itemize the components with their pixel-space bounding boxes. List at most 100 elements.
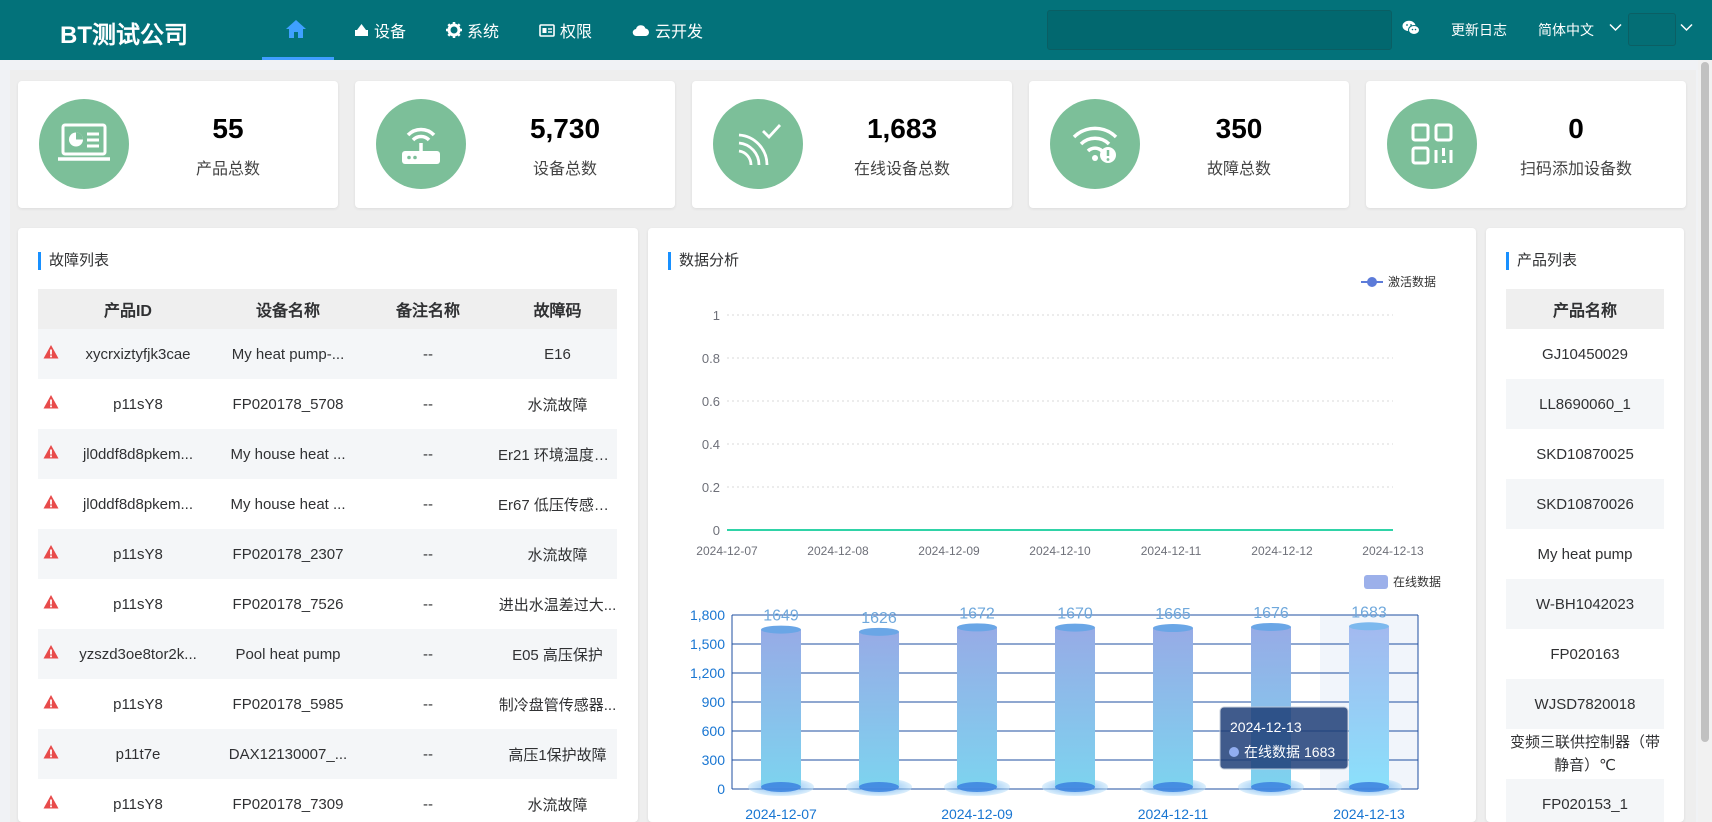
table-cell: p11sY8 <box>38 379 218 429</box>
y-tick-label: 900 <box>702 694 726 710</box>
product-name-cell: 变频三联供控制器（带静音）℃ <box>1509 734 1660 774</box>
product-id-cell: yzszd3oe8tor2k... <box>38 629 218 679</box>
product-name-cell: SKD10870026 <box>1506 479 1664 529</box>
product-list-title: 产品列表 <box>1506 252 1577 270</box>
table-cell: -- <box>358 529 498 579</box>
table-cell: xycrxiztyfjk3cae <box>38 329 218 379</box>
table-row[interactable]: jl0ddf8d8pkem... My house heat ... -- Er21 … <box>38 429 617 479</box>
nav-cloud-dev[interactable]: 云开发 <box>612 0 723 60</box>
legend-label: 在线数据 <box>1393 574 1441 589</box>
table-row[interactable]: W-BH1042023 <box>1506 579 1664 629</box>
bar-top-cap <box>957 623 997 632</box>
table-row[interactable]: p11sY8 FP020178_5985 -- 制冷盘管传感器... <box>38 679 617 729</box>
bar <box>859 631 899 787</box>
stat-label: 扫码添加设备数 <box>1519 161 1632 178</box>
bar-value-label: 1683 <box>1351 604 1387 621</box>
header-search-box[interactable] <box>1047 10 1392 50</box>
product-id-cell: p11sY8 <box>38 679 218 729</box>
table-row[interactable]: p11sY8 FP020178_5708 -- 水流故障 <box>38 379 617 429</box>
warning-icon <box>43 345 59 359</box>
warning-icon <box>43 745 59 759</box>
table-cell: FP020178_5708 <box>232 395 344 413</box>
table-row[interactable]: WJSD7820018 <box>1506 679 1664 729</box>
table-row[interactable]: xycrxiztyfjk3cae My heat pump-... -- E16 <box>38 329 617 379</box>
cell-text: p11sY8 <box>113 545 163 563</box>
table-cell: p11sY8 <box>38 529 218 579</box>
bar-value-label: 1670 <box>1057 606 1093 623</box>
warning-icon <box>43 795 59 809</box>
y-tick-label: 0.2 <box>702 480 720 495</box>
column-header: 备注名称 <box>358 289 498 329</box>
home-icon <box>285 19 306 38</box>
table-row[interactable]: FP020153_1 <box>1506 779 1664 822</box>
id-card-icon <box>539 23 555 37</box>
cloud-icon <box>632 24 650 36</box>
stat-card-online: 1,683 在线设备总数 <box>692 81 1012 208</box>
product-id-cell: jl0ddf8d8pkem... <box>38 429 218 479</box>
table-row[interactable]: jl0ddf8d8pkem... My house heat ... -- Er67 … <box>38 479 617 529</box>
table-row[interactable]: SKD10870026 <box>1506 479 1664 529</box>
nav-home[interactable] <box>262 0 334 60</box>
bar-bottom-cap <box>1349 782 1389 792</box>
table-row[interactable]: FP020163 <box>1506 629 1664 679</box>
table-row[interactable]: p11sY8 FP020178_7309 -- 水流故障 <box>38 779 617 822</box>
bar <box>761 629 801 787</box>
table-cell: E16 <box>498 329 617 379</box>
wechat-icon[interactable] <box>1402 20 1420 36</box>
table-row[interactable]: yzszd3oe8tor2k... Pool heat pump -- E05 高压保… <box>38 629 617 679</box>
bar <box>1055 627 1095 787</box>
table-cell: 进出水温差过大... <box>498 596 617 614</box>
table-cell: -- <box>423 595 433 613</box>
table-row[interactable]: 变频三联供控制器（带静音）℃ <box>1506 729 1664 779</box>
table-row[interactable]: p11sY8 FP020178_2307 -- 水流故障 <box>38 529 617 579</box>
table-cell: My house heat ... <box>218 429 358 479</box>
cell-text: jl0ddf8d8pkem... <box>82 495 194 513</box>
table-cell: jl0ddf8d8pkem... <box>38 479 218 529</box>
warning-icon <box>43 695 59 709</box>
table-cell: FP020178_7309 <box>232 795 344 813</box>
column-header: 故障码 <box>498 289 617 329</box>
nav-permission[interactable]: 权限 <box>519 0 612 60</box>
table-row[interactable]: GJ10450029 <box>1506 329 1664 379</box>
table-cell: p11sY8 <box>38 779 218 822</box>
y-tick-label: 0.6 <box>702 394 720 409</box>
table-cell: FP020178_7526 <box>232 595 344 613</box>
warning-icon <box>43 595 59 609</box>
table-cell: p11sY8 <box>38 579 218 629</box>
bar <box>957 627 997 787</box>
chevron-down-icon[interactable] <box>1680 23 1693 32</box>
stat-label: 设备总数 <box>532 161 597 178</box>
product-id-cell: p11sY8 <box>38 379 218 429</box>
product-table: 产品名称 GJ10450029 LL8690060_1 SKD10870025 SKD… <box>1506 289 1664 822</box>
tooltip-series: 在线数据 <box>1244 744 1300 760</box>
table-row[interactable]: p11t7e DAX12130007_... -- 高压1保护故障 <box>38 729 617 779</box>
nav-device[interactable]: 设备 <box>334 0 426 60</box>
table-row[interactable]: SKD10870025 <box>1506 429 1664 479</box>
language-select[interactable]: 简体中文 <box>1538 20 1594 40</box>
table-cell: p11sY8 <box>38 679 218 729</box>
changelog-link[interactable]: 更新日志 <box>1451 20 1507 40</box>
x-tick-label: 2024-12-07 <box>696 544 758 558</box>
bar-bottom-cap <box>761 782 801 792</box>
stat-label: 在线设备总数 <box>853 161 950 178</box>
bar-value-label: 1649 <box>763 608 799 625</box>
bar-top-cap <box>761 625 801 634</box>
page-scrollbar-thumb[interactable] <box>1701 62 1709 742</box>
legend-line-marker <box>1367 277 1377 287</box>
product-name-cell: SKD10870025 <box>1536 445 1634 463</box>
company-brand[interactable]: BT测试公司 <box>60 15 188 50</box>
product-name-cell: FP020153_1 <box>1506 779 1664 822</box>
nav-system[interactable]: 系统 <box>426 0 519 60</box>
table-row[interactable]: LL8690060_1 <box>1506 379 1664 429</box>
user-avatar[interactable] <box>1628 13 1676 46</box>
table-cell: p11t7e <box>38 729 218 779</box>
stat-card-faults: 350 故障总数 <box>1029 81 1349 208</box>
table-row[interactable]: p11sY8 FP020178_7526 -- 进出水温差过大... <box>38 579 617 629</box>
table-row[interactable]: My heat pump <box>1506 529 1664 579</box>
x-tick-label: 2024-12-07 <box>745 806 817 822</box>
chevron-down-icon[interactable] <box>1609 23 1622 32</box>
x-tick-label: 2024-12-13 <box>1362 544 1424 558</box>
tenant-icon <box>355 24 368 36</box>
table-cell: -- <box>358 429 498 479</box>
bar-bottom-cap <box>1251 782 1291 792</box>
